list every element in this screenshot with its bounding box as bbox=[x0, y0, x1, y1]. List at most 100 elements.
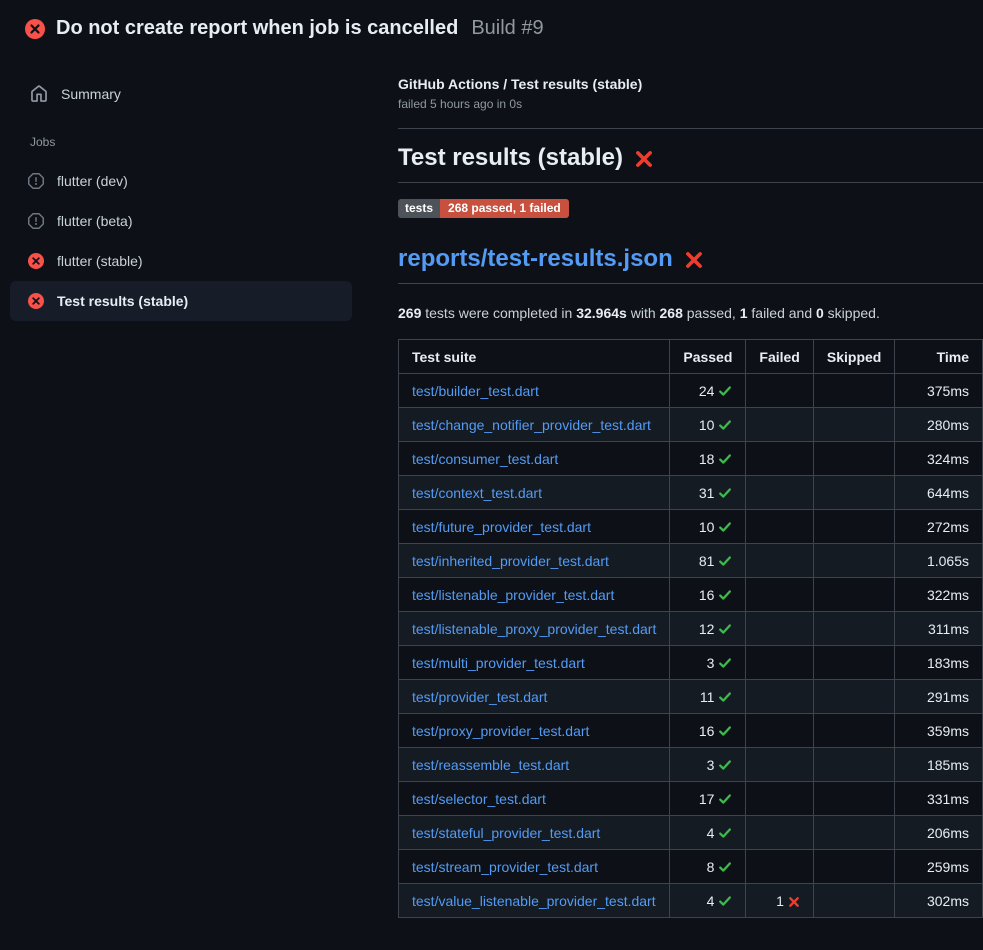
page-title: Do not create report when job is cancell… bbox=[56, 16, 458, 40]
count-value: 11 bbox=[700, 689, 715, 705]
summary-passed: 268 bbox=[660, 305, 683, 321]
skipped-cell bbox=[813, 816, 894, 850]
tests-badge: tests 268 passed, 1 failed bbox=[398, 199, 569, 218]
suite-cell: test/proxy_provider_test.dart bbox=[399, 714, 670, 748]
check-icon bbox=[718, 384, 732, 398]
skipped-cell bbox=[813, 748, 894, 782]
test-suite-link[interactable]: test/selector_test.dart bbox=[412, 791, 546, 807]
suite-cell: test/future_provider_test.dart bbox=[399, 510, 670, 544]
test-suite-link[interactable]: test/multi_provider_test.dart bbox=[412, 655, 585, 671]
table-row: test/builder_test.dart24375ms bbox=[399, 374, 983, 408]
suite-cell: test/reassemble_test.dart bbox=[399, 748, 670, 782]
table-row: test/change_notifier_provider_test.dart1… bbox=[399, 408, 983, 442]
sidebar-item-summary[interactable]: Summary bbox=[10, 76, 352, 112]
count-value: 3 bbox=[707, 757, 715, 773]
summary-duration: 32.964s bbox=[576, 305, 627, 321]
divider bbox=[398, 128, 983, 129]
time-cell: 302ms bbox=[895, 884, 983, 918]
job-label: flutter (stable) bbox=[57, 253, 143, 269]
skipped-cell bbox=[813, 578, 894, 612]
table-row: test/consumer_test.dart18324ms bbox=[399, 442, 983, 476]
column-header: Time bbox=[895, 340, 983, 374]
sidebar-summary-label: Summary bbox=[61, 86, 121, 102]
skipped-cell bbox=[813, 680, 894, 714]
passed-cell: 12 bbox=[670, 612, 746, 646]
failed-cell bbox=[746, 850, 813, 884]
test-suite-link[interactable]: test/provider_test.dart bbox=[412, 689, 547, 705]
test-suite-link[interactable]: test/reassemble_test.dart bbox=[412, 757, 569, 773]
table-row: test/inherited_provider_test.dart811.065… bbox=[399, 544, 983, 578]
suite-cell: test/listenable_proxy_provider_test.dart bbox=[399, 612, 670, 646]
check-icon bbox=[718, 758, 732, 772]
skipped-cell bbox=[813, 782, 894, 816]
sidebar-job-item[interactable]: flutter (dev) bbox=[10, 161, 352, 201]
passed-cell: 16 bbox=[670, 578, 746, 612]
table-row: test/proxy_provider_test.dart16359ms bbox=[399, 714, 983, 748]
table-row: test/stream_provider_test.dart8259ms bbox=[399, 850, 983, 884]
test-suite-link[interactable]: test/change_notifier_provider_test.dart bbox=[412, 417, 651, 433]
skipped-cell bbox=[813, 442, 894, 476]
suite-cell: test/context_test.dart bbox=[399, 476, 670, 510]
count-value: 24 bbox=[699, 383, 715, 399]
count-value: 10 bbox=[699, 519, 715, 535]
skipped-cell bbox=[813, 408, 894, 442]
report-link[interactable]: reports/test-results.json bbox=[398, 245, 673, 273]
test-suite-link[interactable]: test/consumer_test.dart bbox=[412, 451, 558, 467]
test-results-table-body: test/builder_test.dart24375mstest/change… bbox=[399, 374, 983, 918]
failed-cell bbox=[746, 374, 813, 408]
count-value: 16 bbox=[699, 723, 715, 739]
failed-x-circle-icon bbox=[25, 19, 43, 37]
column-header: Skipped bbox=[813, 340, 894, 374]
skipped-cell bbox=[813, 612, 894, 646]
skipped-cell bbox=[813, 850, 894, 884]
passed-cell: 16 bbox=[670, 714, 746, 748]
job-label: Test results (stable) bbox=[57, 293, 188, 309]
summary-skipped: 0 bbox=[816, 305, 824, 321]
sidebar-job-item[interactable]: Test results (stable) bbox=[10, 281, 352, 321]
count-value: 31 bbox=[699, 485, 715, 501]
table-row: test/listenable_proxy_provider_test.dart… bbox=[399, 612, 983, 646]
report-heading[interactable]: reports/test-results.json bbox=[398, 245, 983, 284]
test-suite-link[interactable]: test/proxy_provider_test.dart bbox=[412, 723, 589, 739]
time-cell: 644ms bbox=[895, 476, 983, 510]
suite-cell: test/inherited_provider_test.dart bbox=[399, 544, 670, 578]
skipped-cell bbox=[813, 884, 894, 918]
test-suite-link[interactable]: test/inherited_provider_test.dart bbox=[412, 553, 609, 569]
jobs-list: flutter (dev)flutter (beta) flutter (stab… bbox=[10, 161, 352, 321]
badge-label: tests bbox=[398, 199, 440, 218]
table-row: test/provider_test.dart11291ms bbox=[399, 680, 983, 714]
test-suite-link[interactable]: test/value_listenable_provider_test.dart bbox=[412, 893, 656, 909]
count-value: 1 bbox=[776, 893, 784, 909]
table-header-row: Test suitePassedFailedSkippedTime bbox=[399, 340, 983, 374]
section-heading-text: Test results (stable) bbox=[398, 144, 623, 172]
check-icon bbox=[718, 894, 732, 908]
passed-cell: 10 bbox=[670, 510, 746, 544]
test-suite-link[interactable]: test/stream_provider_test.dart bbox=[412, 859, 598, 875]
stop-icon bbox=[28, 213, 44, 229]
count-value: 4 bbox=[707, 825, 715, 841]
suite-cell: test/stream_provider_test.dart bbox=[399, 850, 670, 884]
test-suite-link[interactable]: test/listenable_provider_test.dart bbox=[412, 587, 614, 603]
suite-cell: test/listenable_provider_test.dart bbox=[399, 578, 670, 612]
failed-cell bbox=[746, 578, 813, 612]
test-suite-link[interactable]: test/builder_test.dart bbox=[412, 383, 539, 399]
test-suite-link[interactable]: test/future_provider_test.dart bbox=[412, 519, 591, 535]
suite-cell: test/provider_test.dart bbox=[399, 680, 670, 714]
passed-cell: 8 bbox=[670, 850, 746, 884]
cross-icon bbox=[788, 896, 800, 908]
test-suite-link[interactable]: test/stateful_provider_test.dart bbox=[412, 825, 600, 841]
count-value: 4 bbox=[707, 893, 715, 909]
failed-cell bbox=[746, 680, 813, 714]
test-suite-link[interactable]: test/listenable_proxy_provider_test.dart bbox=[412, 621, 656, 637]
skipped-cell bbox=[813, 714, 894, 748]
count-value: 3 bbox=[707, 655, 715, 671]
section-heading: Test results (stable) bbox=[398, 144, 983, 183]
sidebar-job-item[interactable]: flutter (beta) bbox=[10, 201, 352, 241]
main-content: GitHub Actions / Test results (stable) f… bbox=[398, 76, 983, 918]
column-header: Passed bbox=[670, 340, 746, 374]
table-row: test/listenable_provider_test.dart16322m… bbox=[399, 578, 983, 612]
test-suite-link[interactable]: test/context_test.dart bbox=[412, 485, 542, 501]
time-cell: 272ms bbox=[895, 510, 983, 544]
sidebar-job-item[interactable]: flutter (stable) bbox=[10, 241, 352, 281]
table-row: test/stateful_provider_test.dart4206ms bbox=[399, 816, 983, 850]
